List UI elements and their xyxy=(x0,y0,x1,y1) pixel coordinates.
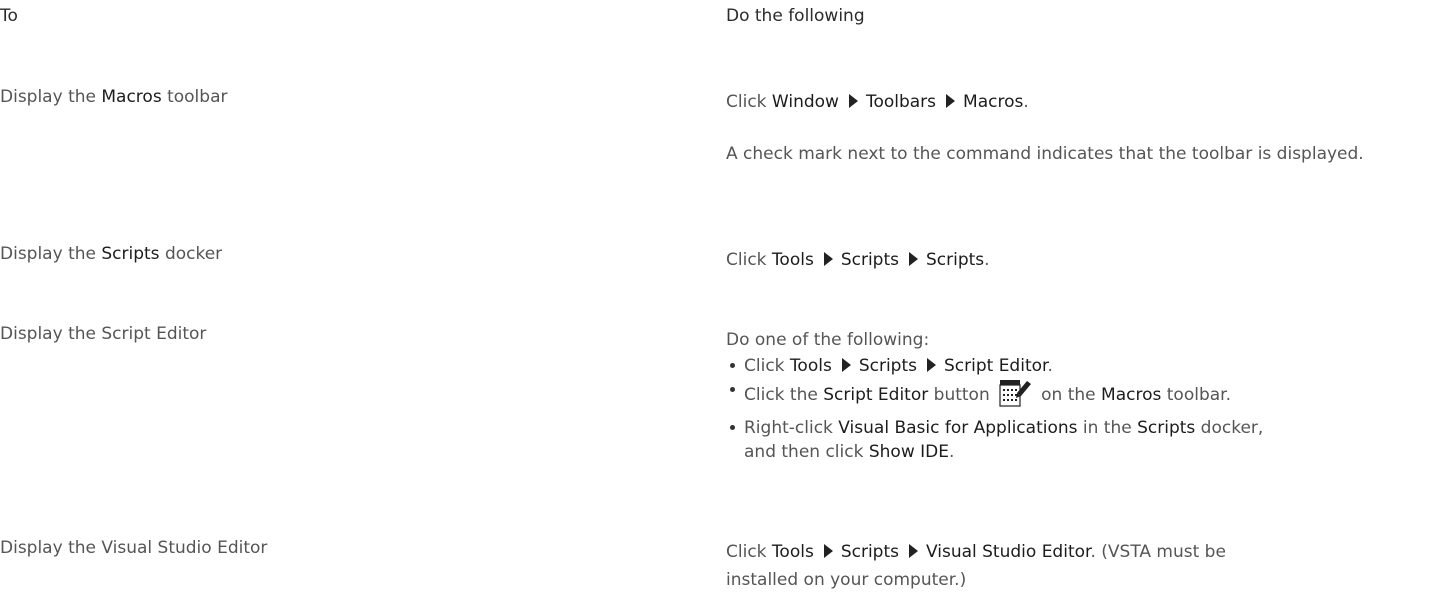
instruction-text: installed on your computer.) xyxy=(726,570,967,590)
note-text: A check mark next to the command indicat… xyxy=(726,144,1364,164)
instruction-text: . xyxy=(1023,92,1029,112)
instruction-text: . xyxy=(1047,356,1053,376)
task-display-script-editor: Display the Script Editor xyxy=(0,322,680,346)
instruction-text: on the xyxy=(1035,385,1102,405)
task-display-visual-studio-editor: Display the Visual Studio Editor xyxy=(0,536,680,560)
menu-arrow-icon xyxy=(841,358,851,372)
task-text: Display the Script Editor xyxy=(0,324,207,344)
ui-term-scripts: Scripts xyxy=(1137,418,1196,438)
instruction-text: toolbar. xyxy=(1161,385,1231,405)
menu-arrow-icon xyxy=(823,544,833,558)
menu-arrow-icon xyxy=(848,94,858,108)
ui-term-macros: Macros xyxy=(1101,385,1162,405)
menu-arrow-icon xyxy=(926,358,936,372)
menu-arrow-icon xyxy=(908,252,918,266)
list-item: Click Tools Scripts Script Editor. xyxy=(730,354,1430,378)
bullet-icon xyxy=(730,363,735,368)
menu-item-toolbars: Toolbars xyxy=(865,92,937,112)
column-header-to: To xyxy=(0,4,680,28)
task-text: toolbar xyxy=(161,87,228,107)
list-item: Right-click Visual Basic for Application… xyxy=(730,416,1430,464)
instruction-text: Click xyxy=(726,92,772,112)
task-text: Display the Visual Studio Editor xyxy=(0,538,268,558)
task-text: Display the xyxy=(0,244,102,264)
ui-term-script-editor: Script Editor xyxy=(823,385,929,405)
menu-item-macros: Macros xyxy=(963,92,1024,112)
task-display-macros-toolbar: Display the Macros toolbar xyxy=(0,85,680,109)
instruction-text: and then click xyxy=(744,442,869,462)
instruction-macros-toolbar: Click Window Toolbars Macros. xyxy=(726,90,1426,114)
instruction-text: . xyxy=(984,250,990,270)
instruction-text: Click xyxy=(726,542,772,562)
menu-item-tools: Tools xyxy=(771,542,814,562)
bullet-icon xyxy=(730,387,735,392)
ui-term-vba: Visual Basic for Applications xyxy=(838,418,1078,438)
menu-item-scripts: Scripts xyxy=(840,250,899,270)
instruction-text: Click xyxy=(726,250,772,270)
menu-item-tools: Tools xyxy=(789,356,832,376)
menu-item-scripts: Scripts xyxy=(840,542,899,562)
menu-arrow-icon xyxy=(823,252,833,266)
instruction-scripts-docker: Click Tools Scripts Scripts. xyxy=(726,248,1426,272)
menu-arrow-icon xyxy=(908,544,918,558)
instruction-text: Click the xyxy=(744,385,824,405)
bullet-icon xyxy=(730,425,735,430)
task-text: docker xyxy=(159,244,223,264)
instruction-text: button xyxy=(928,385,990,405)
menu-item-tools: Tools xyxy=(771,250,814,270)
instruction-intro: Do one of the following: xyxy=(726,328,1426,352)
task-ui-term: Macros xyxy=(101,87,162,107)
instruction-text: Right-click xyxy=(744,418,839,438)
column-header-do: Do the following xyxy=(726,4,1426,28)
instruction-text: in the xyxy=(1077,418,1138,438)
instruction-text: . xyxy=(948,442,955,462)
task-display-scripts-docker: Display the Scripts docker xyxy=(0,242,680,266)
header-to-label: To xyxy=(0,6,18,26)
instruction-text: docker, xyxy=(1195,418,1264,438)
list-item: Click the Script Editor button on the Ma… xyxy=(730,378,1430,408)
instruction-text: Click xyxy=(744,356,790,376)
menu-item-scripts: Scripts xyxy=(925,250,985,270)
menu-item-scripts: Scripts xyxy=(858,356,917,376)
instruction-bullet-list: Click Tools Scripts Script Editor. Click t… xyxy=(730,354,1430,464)
instruction-note: A check mark next to the command indicat… xyxy=(726,140,1366,168)
header-do-label: Do the following xyxy=(726,6,865,26)
script-editor-icon xyxy=(998,378,1032,408)
document-page: To Do the following Display the Macros t… xyxy=(0,0,1439,609)
menu-item-visual-studio-editor: Visual Studio Editor xyxy=(925,542,1091,562)
ui-term-show-ide: Show IDE xyxy=(868,442,949,462)
task-ui-term: Scripts xyxy=(101,244,160,264)
menu-item-script-editor: Script Editor xyxy=(943,356,1048,376)
instruction-visual-studio-editor: Click Tools Scripts Visual Studio Editor. … xyxy=(726,540,1426,596)
menu-item-window: Window xyxy=(771,92,839,112)
instruction-text: Do one of the following: xyxy=(726,330,930,350)
instruction-text: . (VSTA must be xyxy=(1090,542,1226,562)
menu-arrow-icon xyxy=(946,94,956,108)
task-text: Display the xyxy=(0,87,102,107)
